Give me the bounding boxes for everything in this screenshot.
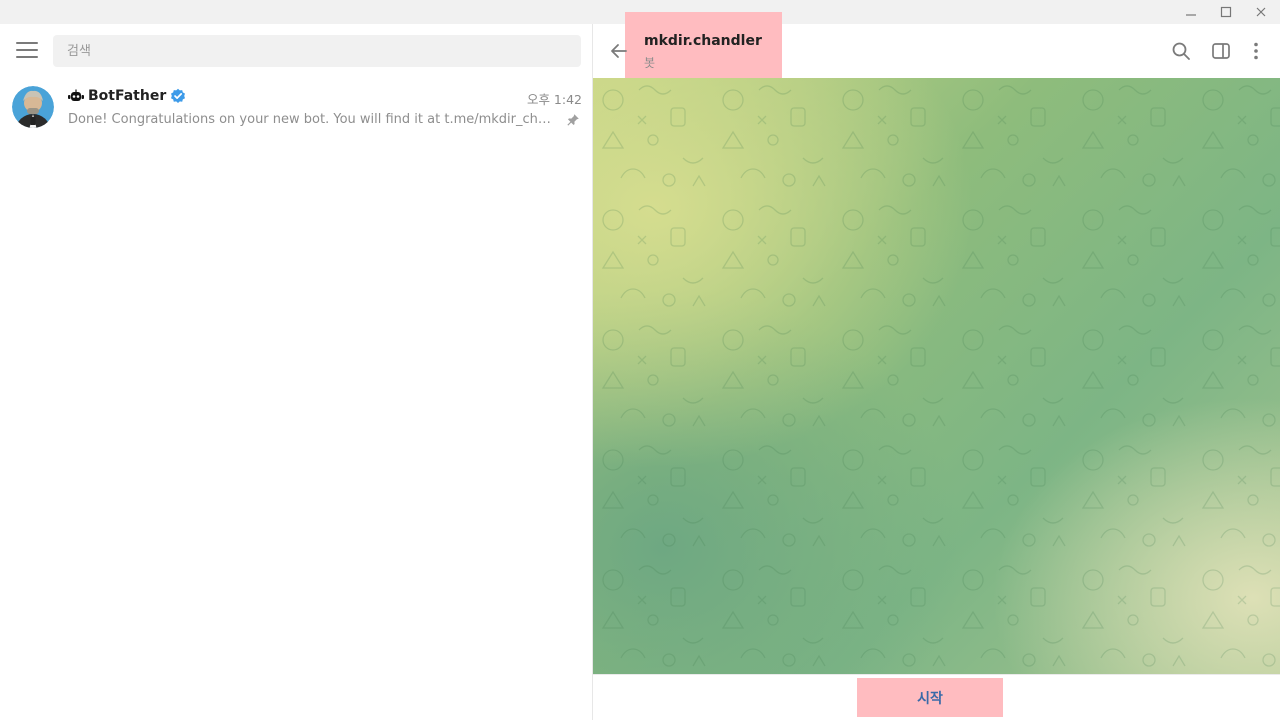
chat-panel: mkdir.chandler 봇 시작 bbox=[593, 12, 1280, 721]
bot-icon bbox=[68, 89, 84, 101]
pin-icon bbox=[567, 114, 579, 126]
chat-subtitle: 봇 bbox=[644, 56, 656, 70]
chat-preview: Done! Congratulations on your new bot. Y… bbox=[68, 112, 558, 127]
maximize-button[interactable] bbox=[1211, 3, 1241, 21]
composer-bar: 시작 bbox=[593, 674, 1280, 721]
maximize-icon bbox=[1220, 6, 1232, 18]
avatar bbox=[12, 86, 54, 128]
chat-header: mkdir.chandler 봇 bbox=[593, 12, 1280, 78]
minimize-icon bbox=[1186, 14, 1196, 16]
chat-name-row: BotFather bbox=[68, 88, 186, 104]
sidebar-toggle-icon[interactable] bbox=[1210, 40, 1232, 62]
search-icon[interactable] bbox=[1170, 40, 1192, 62]
close-icon bbox=[1256, 7, 1266, 17]
background-doodle-pattern bbox=[593, 78, 1280, 674]
close-button[interactable] bbox=[1246, 3, 1276, 21]
chat-time: 오후 1:42 bbox=[526, 92, 582, 107]
chat-list-item[interactable]: BotFather 오후 1:42 Done! Congratulations … bbox=[0, 78, 592, 140]
menu-icon[interactable] bbox=[16, 42, 38, 58]
chat-background bbox=[593, 78, 1280, 674]
search-box bbox=[53, 35, 581, 67]
search-input[interactable] bbox=[53, 35, 581, 67]
back-arrow-icon[interactable] bbox=[609, 41, 629, 61]
chat-name: BotFather bbox=[88, 88, 167, 104]
verified-icon bbox=[171, 88, 186, 103]
start-button[interactable]: 시작 bbox=[857, 678, 1003, 717]
chat-list-panel: BotFather 오후 1:42 Done! Congratulations … bbox=[0, 24, 593, 720]
more-options-icon[interactable] bbox=[1245, 40, 1267, 62]
minimize-button[interactable] bbox=[1176, 3, 1206, 21]
chat-title[interactable]: mkdir.chandler bbox=[644, 33, 762, 49]
